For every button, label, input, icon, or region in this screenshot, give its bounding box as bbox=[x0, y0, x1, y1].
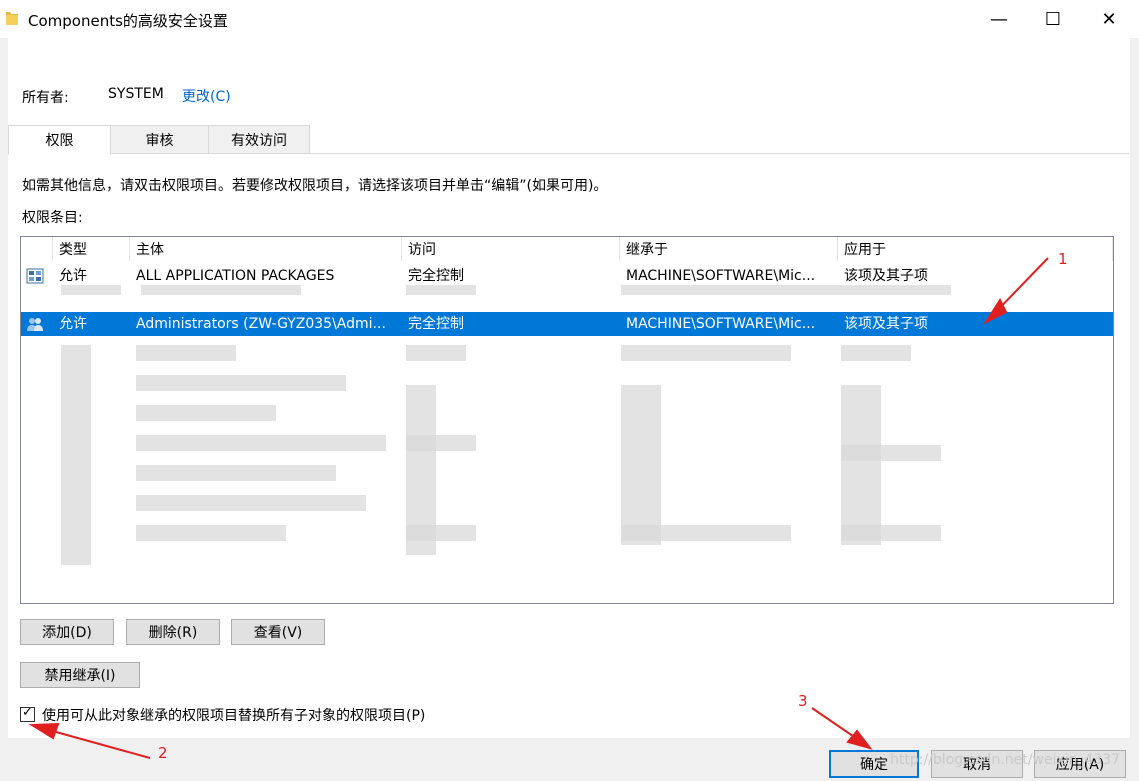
redacted-rows bbox=[21, 285, 1021, 585]
entries-label: 权限条目: bbox=[22, 210, 83, 226]
header-icon-col bbox=[21, 237, 53, 261]
header-type[interactable]: 类型 bbox=[53, 237, 130, 261]
annotation-3: 3 bbox=[798, 692, 808, 710]
list-header: 类型 主体 访问 继承于 应用于 bbox=[21, 237, 1113, 261]
tab-effective-access[interactable]: 有效访问 bbox=[208, 125, 310, 154]
maximize-button[interactable]: ☐ bbox=[1030, 0, 1076, 38]
annotation-1: 1 bbox=[1058, 250, 1068, 268]
header-principal[interactable]: 主体 bbox=[130, 237, 402, 261]
add-button[interactable]: 添加(D) bbox=[20, 619, 114, 645]
annotation-2: 2 bbox=[158, 744, 168, 762]
permission-entries-list[interactable]: 类型 主体 访问 继承于 应用于 允许 ALL APPLICATION PACK… bbox=[20, 236, 1114, 604]
folder-icon bbox=[6, 12, 18, 25]
window-title: Components的高级安全设置 bbox=[28, 12, 228, 30]
title-bar: Components的高级安全设置 — ☐ ✕ bbox=[0, 0, 1139, 38]
watermark: http://blog.csdn.net/weixin_4337 bbox=[890, 752, 1121, 768]
replace-child-permissions-checkbox[interactable]: ✓ bbox=[20, 705, 35, 722]
header-inherited-from[interactable]: 继承于 bbox=[620, 237, 838, 261]
tab-permissions[interactable]: 权限 bbox=[8, 125, 111, 155]
package-group-icon bbox=[26, 268, 44, 284]
change-owner-link[interactable]: 更改(C) bbox=[182, 86, 231, 106]
view-button[interactable]: 查看(V) bbox=[231, 619, 325, 645]
checkbox-label: 使用可从此对象继承的权限项目替换所有子对象的权限项目(P) bbox=[42, 708, 426, 724]
header-access[interactable]: 访问 bbox=[402, 237, 620, 261]
tab-auditing[interactable]: 审核 bbox=[109, 125, 210, 154]
checkmark-icon: ✓ bbox=[22, 705, 33, 720]
close-button[interactable]: ✕ bbox=[1086, 0, 1132, 38]
owner-value: SYSTEM bbox=[108, 86, 164, 102]
remove-button[interactable]: 删除(R) bbox=[126, 619, 220, 645]
disable-inheritance-button[interactable]: 禁用继承(I) bbox=[20, 662, 140, 688]
header-applies-to[interactable]: 应用于 bbox=[838, 237, 1113, 261]
minimize-button[interactable]: — bbox=[976, 0, 1022, 38]
info-text: 如需其他信息，请双击权限项目。若要修改权限项目，请选择该项目并单击“编辑”(如果… bbox=[22, 178, 608, 194]
owner-label: 所有者: bbox=[22, 90, 69, 106]
